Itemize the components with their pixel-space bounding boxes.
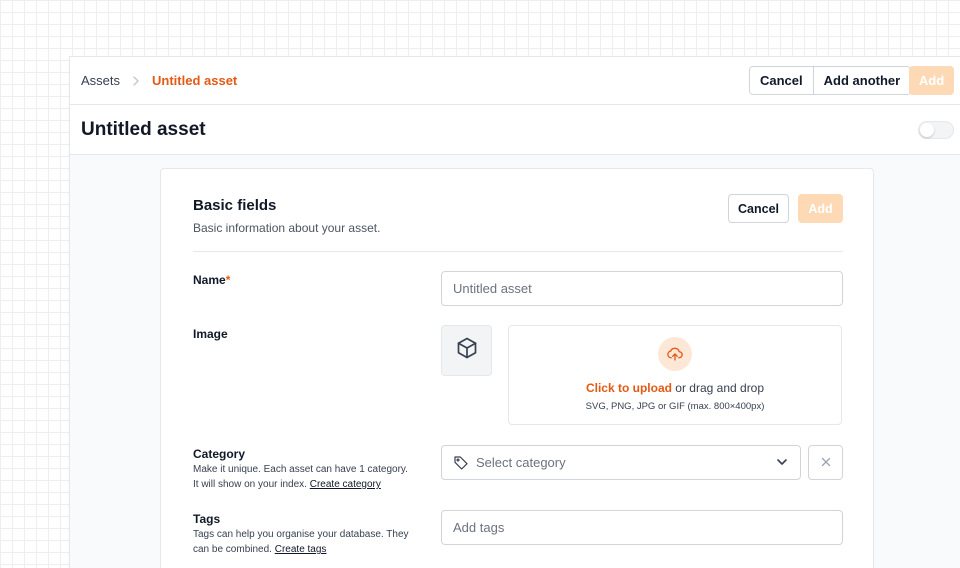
category-label: Category — [193, 447, 246, 461]
top-bar: Assets Untitled asset Cancel Add another… — [70, 57, 960, 105]
category-help-line2-wrap: It will show on your index. Create categ… — [193, 477, 433, 492]
tags-help-line2: can be combined. — [193, 544, 272, 555]
cancel-button[interactable]: Cancel — [750, 67, 813, 94]
required-marker: * — [225, 273, 231, 287]
chevron-right-icon — [132, 75, 140, 86]
category-select[interactable]: Select category — [441, 445, 801, 480]
name-input-placeholder: Untitled asset — [453, 281, 532, 296]
category-help-line1: Make it unique. Each asset can have 1 ca… — [193, 464, 408, 475]
category-help: Make it unique. Each asset can have 1 ca… — [193, 462, 433, 492]
toggle-knob — [920, 123, 934, 137]
title-bar: Untitled asset — [70, 105, 960, 155]
tags-input-placeholder: Add tags — [453, 520, 505, 535]
category-select-placeholder: Select category — [476, 455, 566, 470]
section-add-button[interactable]: Add — [798, 194, 843, 223]
click-to-upload-link[interactable]: Click to upload — [586, 381, 672, 395]
asset-editor-window: Assets Untitled asset Cancel Add another… — [69, 56, 960, 568]
name-label: Name* — [193, 273, 230, 287]
visibility-toggle[interactable] — [918, 121, 954, 139]
tags-help-line2-wrap: can be combined. Create tags — [193, 542, 433, 557]
clear-category-button[interactable] — [808, 445, 843, 480]
top-button-group: Cancel Add another — [749, 66, 912, 95]
section-title: Basic fields — [193, 197, 277, 214]
image-preview — [441, 325, 492, 376]
upload-hint: SVG, PNG, JPG or GIF (max. 800×400px) — [585, 401, 765, 412]
section-cancel-button[interactable]: Cancel — [728, 194, 789, 223]
name-input[interactable]: Untitled asset — [441, 271, 843, 306]
page-title: Untitled asset — [81, 118, 206, 140]
upload-instructions: Click to upload or drag and drop — [509, 381, 841, 395]
breadcrumb-current: Untitled asset — [152, 73, 238, 88]
create-category-link[interactable]: Create category — [310, 479, 381, 490]
category-help-line2: It will show on your index. — [193, 479, 307, 490]
section-divider — [193, 251, 843, 252]
image-label: Image — [193, 327, 228, 341]
cube-icon — [455, 336, 479, 365]
tags-help-line1: Tags can help you organise your database… — [193, 529, 409, 540]
add-button[interactable]: Add — [909, 66, 954, 95]
image-dropzone[interactable]: Click to upload or drag and drop SVG, PN… — [508, 325, 842, 425]
name-label-text: Name — [193, 273, 226, 287]
breadcrumb-assets-link[interactable]: Assets — [81, 73, 120, 88]
tags-label: Tags — [193, 512, 221, 526]
tags-help: Tags can help you organise your database… — [193, 527, 433, 557]
close-icon — [821, 454, 831, 472]
add-another-button[interactable]: Add another — [812, 67, 911, 94]
tags-input[interactable]: Add tags — [441, 510, 843, 545]
section-subtitle: Basic information about your asset. — [193, 221, 381, 235]
top-actions: Cancel Add another — [749, 66, 912, 95]
breadcrumb: Assets Untitled asset — [81, 73, 237, 88]
tag-icon — [453, 455, 469, 471]
upload-instructions-rest: or drag and drop — [671, 381, 765, 395]
chevron-down-icon — [776, 456, 788, 468]
upload-cloud-icon — [658, 337, 692, 371]
basic-fields-card: Basic fields Basic information about you… — [160, 168, 874, 568]
create-tags-link[interactable]: Create tags — [275, 544, 327, 555]
